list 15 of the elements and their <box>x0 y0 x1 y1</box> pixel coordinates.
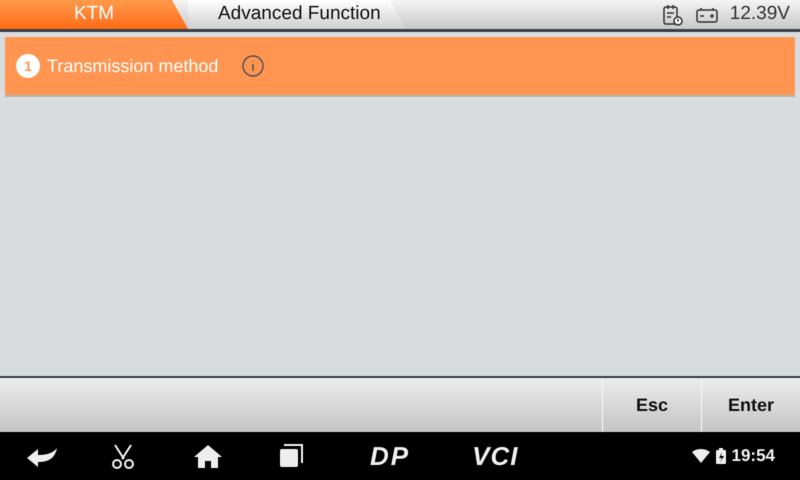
item-label: Transmission method <box>47 54 218 78</box>
breadcrumb-tab[interactable]: Advanced Function <box>188 0 406 29</box>
battery-charging-icon <box>716 448 726 464</box>
logo-text[interactable]: VCI <box>472 436 518 476</box>
battery-icon <box>696 6 718 22</box>
scissors-icon[interactable] <box>110 443 136 469</box>
wifi-icon <box>692 449 710 463</box>
number-badge: 1 <box>16 54 40 78</box>
clock-time: 19:54 <box>732 445 775 468</box>
recent-apps-icon[interactable] <box>278 443 304 469</box>
logo-text[interactable]: DP <box>370 436 410 476</box>
calendar-alert-icon <box>662 4 684 26</box>
info-icon[interactable] <box>241 54 266 78</box>
voltage-reading: 12.39V <box>730 2 790 26</box>
home-icon[interactable] <box>193 443 223 469</box>
